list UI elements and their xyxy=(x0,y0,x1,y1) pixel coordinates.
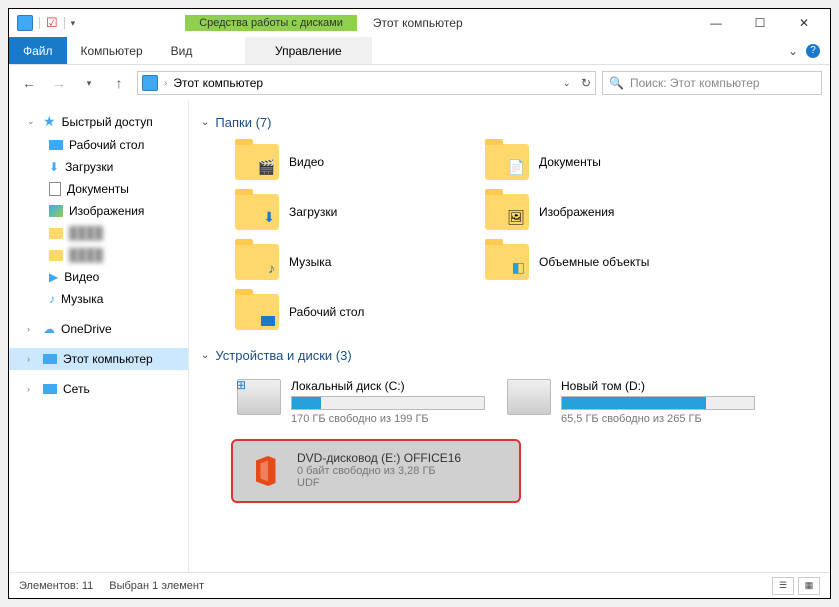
folder-downloads[interactable]: ⬇Загрузки xyxy=(231,190,471,234)
tab-view[interactable]: Вид xyxy=(157,37,207,64)
app-icon xyxy=(17,15,33,31)
forward-button[interactable]: → xyxy=(47,71,71,95)
drive-progress xyxy=(561,396,755,410)
drive-label: Новый том (D:) xyxy=(561,379,755,393)
nav-pinned-folder[interactable]: ████ xyxy=(9,244,188,266)
tab-computer[interactable]: Компьютер xyxy=(67,37,157,64)
nav-downloads[interactable]: ⬇Загрузки xyxy=(9,156,188,178)
address-bar: ← → ▾ ↑ › Этот компьютер ⌄ ↻ 🔍 Поиск: Эт… xyxy=(9,65,830,101)
drive-dvd-selected[interactable]: DVD-дисковод (E:) OFFICE16 0 байт свобод… xyxy=(231,439,521,503)
search-icon: 🔍 xyxy=(609,76,624,90)
dvd-free: 0 байт свободно из 3,28 ГБ xyxy=(297,465,507,477)
help-icon[interactable]: ? xyxy=(806,44,820,58)
folder-pictures[interactable]: 🖼Изображения xyxy=(481,190,721,234)
search-placeholder: Поиск: Этот компьютер xyxy=(630,76,760,90)
nav-quick-access[interactable]: ⌄★Быстрый доступ xyxy=(9,109,188,134)
nav-documents[interactable]: Документы xyxy=(9,178,188,200)
search-box[interactable]: 🔍 Поиск: Этот компьютер xyxy=(602,71,822,95)
address-box[interactable]: › Этот компьютер ⌄ ↻ xyxy=(137,71,596,95)
refresh-icon[interactable]: ↻ xyxy=(581,76,591,90)
qat-checkbox-icon[interactable]: ☑ xyxy=(46,15,58,31)
drive-c[interactable]: ⊞ Локальный диск (C:) 170 ГБ свободно из… xyxy=(231,373,491,431)
nav-pinned-folder[interactable]: ████ xyxy=(9,222,188,244)
drive-free: 170 ГБ свободно из 199 ГБ xyxy=(291,413,485,425)
address-dropdown-icon[interactable]: ⌄ xyxy=(563,78,571,89)
music-icon: ♪ xyxy=(49,292,55,306)
view-tiles-button[interactable]: ▦ xyxy=(798,577,820,595)
address-text: Этот компьютер xyxy=(173,76,263,90)
status-bar: Элементов: 11 Выбран 1 элемент ☰ ▦ xyxy=(9,572,830,598)
folder-desktop[interactable]: Рабочий стол xyxy=(231,290,471,334)
dvd-filesystem: UDF xyxy=(297,477,507,489)
downloads-icon: ⬇ xyxy=(49,160,59,174)
folder-icon: 📄 xyxy=(485,144,529,180)
drive-free: 65,5 ГБ свободно из 265 ГБ xyxy=(561,413,755,425)
drive-label: Локальный диск (C:) xyxy=(291,379,485,393)
nav-this-pc[interactable]: ›Этот компьютер xyxy=(9,348,188,370)
recent-dropdown-icon[interactable]: ▾ xyxy=(77,71,101,95)
nav-videos[interactable]: ▶Видео xyxy=(9,266,188,288)
window-title: Этот компьютер xyxy=(373,16,463,30)
folder-icon: ♪ xyxy=(235,244,279,280)
nav-pictures[interactable]: Изображения xyxy=(9,200,188,222)
folder-videos[interactable]: 🎬Видео xyxy=(231,140,471,184)
nav-onedrive[interactable]: ›☁OneDrive xyxy=(9,318,188,340)
videos-icon: ▶ xyxy=(49,270,58,284)
explorer-window: ☑ ▾ Средства работы с дисками Этот компь… xyxy=(8,8,831,599)
cloud-icon: ☁ xyxy=(43,322,55,336)
folder-icon xyxy=(49,228,63,239)
office-icon xyxy=(245,451,285,491)
tab-manage[interactable]: Управление xyxy=(245,37,372,64)
documents-icon xyxy=(49,182,61,196)
nav-network[interactable]: ›Сеть xyxy=(9,378,188,400)
folder-music[interactable]: ♪Музыка xyxy=(231,240,471,284)
view-details-button[interactable]: ☰ xyxy=(772,577,794,595)
drive-progress xyxy=(291,396,485,410)
pc-icon xyxy=(43,354,57,364)
qat-dropdown-icon[interactable]: ▾ xyxy=(71,18,76,29)
content-pane: ⌄Папки (7) 🎬Видео 📄Документы ⬇Загрузки 🖼… xyxy=(189,101,830,572)
maximize-button[interactable]: ☐ xyxy=(738,9,782,37)
folder-icon xyxy=(235,294,279,330)
folder-icon: 🎬 xyxy=(235,144,279,180)
folder-documents[interactable]: 📄Документы xyxy=(481,140,721,184)
tab-file[interactable]: Файл xyxy=(9,37,67,64)
dvd-label: DVD-дисковод (E:) OFFICE16 xyxy=(297,451,507,465)
status-selected: Выбран 1 элемент xyxy=(109,580,204,592)
drive-icon xyxy=(507,379,551,415)
group-folders-header[interactable]: ⌄Папки (7) xyxy=(201,115,818,130)
group-drives-header[interactable]: ⌄Устройства и диски (3) xyxy=(201,348,818,363)
pictures-icon xyxy=(49,205,63,217)
titlebar: ☑ ▾ Средства работы с дисками Этот компь… xyxy=(9,9,830,37)
star-icon: ★ xyxy=(43,113,56,130)
location-pc-icon xyxy=(142,75,158,91)
network-icon xyxy=(43,384,57,394)
nav-pane: ⌄★Быстрый доступ Рабочий стол ⬇Загрузки … xyxy=(9,101,189,572)
folder-icon: 🖼 xyxy=(485,194,529,230)
up-button[interactable]: ↑ xyxy=(107,71,131,95)
desktop-icon xyxy=(49,140,63,150)
back-button[interactable]: ← xyxy=(17,71,41,95)
folder-icon: ⬇ xyxy=(235,194,279,230)
drive-icon: ⊞ xyxy=(237,379,281,415)
folder-icon xyxy=(49,250,63,261)
close-button[interactable]: ✕ xyxy=(782,9,826,37)
context-tab-group: Средства работы с дисками xyxy=(185,15,357,31)
ribbon-expand-icon[interactable]: ⌄ xyxy=(788,44,798,58)
nav-desktop[interactable]: Рабочий стол xyxy=(9,134,188,156)
status-count: Элементов: 11 xyxy=(19,580,93,592)
folder-icon: ◧ xyxy=(485,244,529,280)
nav-music[interactable]: ♪Музыка xyxy=(9,288,188,310)
minimize-button[interactable]: — xyxy=(694,9,738,37)
drive-d[interactable]: Новый том (D:) 65,5 ГБ свободно из 265 Г… xyxy=(501,373,761,431)
ribbon: Файл Компьютер Вид Управление ⌄ ? xyxy=(9,37,830,65)
folder-3d-objects[interactable]: ◧Объемные объекты xyxy=(481,240,721,284)
